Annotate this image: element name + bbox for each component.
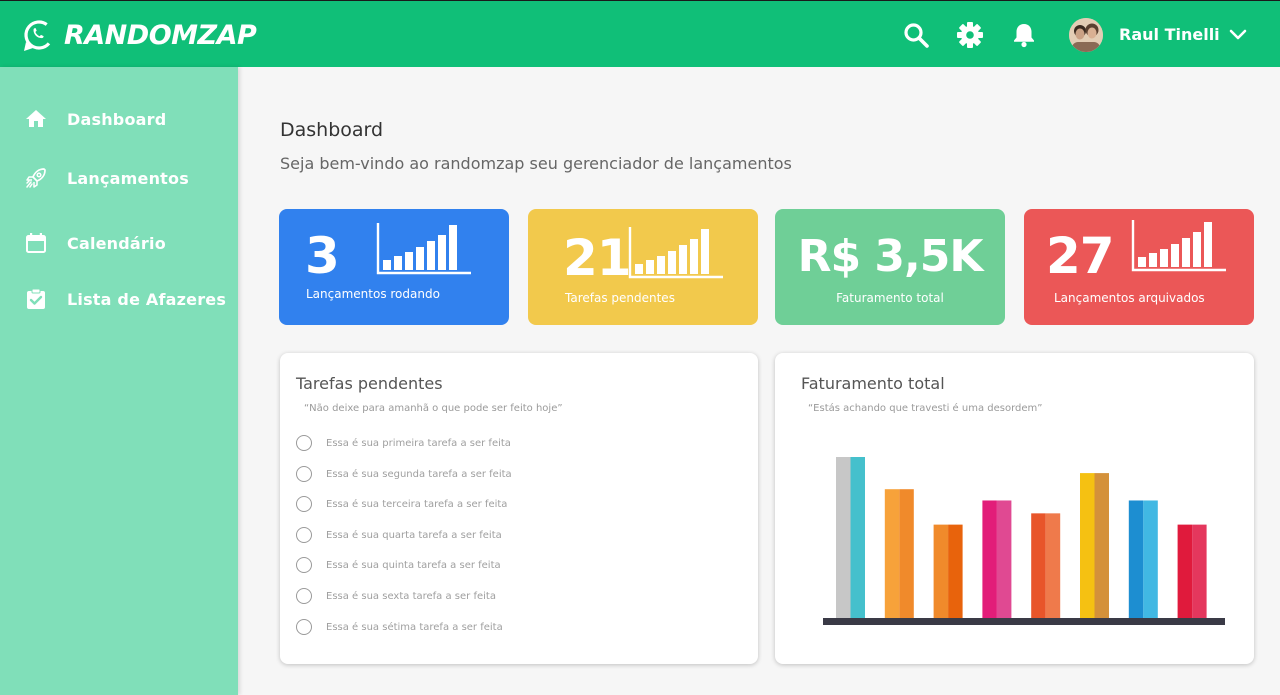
- stat-card-lancamentos-arquivados[interactable]: 27 Lançamentos arquivados: [1024, 209, 1254, 325]
- avatar[interactable]: [1069, 18, 1103, 52]
- chart-bar: [836, 457, 865, 618]
- sidebar-item-lancamentos[interactable]: Lançamentos: [0, 158, 238, 198]
- task-item[interactable]: Essa é sua terceira tarefa a ser feita: [296, 494, 507, 514]
- task-label: Essa é sua sexta tarefa a ser feita: [326, 590, 496, 602]
- page-subtitle: Seja bem-vindo ao randomzap seu gerencia…: [280, 154, 792, 173]
- panel-quote: “Não deixe para amanhã o que pode ser fe…: [304, 403, 563, 414]
- chart-bar: [982, 500, 1012, 618]
- stat-label: Faturamento total: [836, 291, 944, 305]
- user-name[interactable]: Raul Tinelli: [1119, 25, 1220, 44]
- task-label: Essa é sua segunda tarefa a ser feita: [326, 468, 512, 480]
- sidebar-item-label: Lista de Afazeres: [67, 289, 227, 309]
- stat-label: Lançamentos rodando: [306, 287, 440, 301]
- task-radio[interactable]: [296, 619, 312, 635]
- rocket-icon: [26, 168, 46, 188]
- sidebar-item-lista-de-afazeres[interactable]: Lista de Afazeres: [0, 279, 238, 319]
- stat-card-faturamento-total[interactable]: R$ 3,5K Faturamento total: [775, 209, 1005, 325]
- chevron-down-icon[interactable]: [1228, 25, 1248, 45]
- stat-value: 21: [563, 229, 632, 287]
- sidebar: Dashboard Lançamentos Calendário Lista d…: [0, 67, 238, 695]
- sidebar-item-label: Calendário: [67, 233, 166, 253]
- task-item[interactable]: Essa é sua primeira tarefa a ser feita: [296, 433, 511, 453]
- revenue-panel: Faturamento total “Estás achando que tra…: [775, 353, 1254, 664]
- task-item[interactable]: Essa é sua quarta tarefa a ser feita: [296, 525, 502, 545]
- task-label: Essa é sua primeira tarefa a ser feita: [326, 437, 511, 449]
- task-item[interactable]: Essa é sua sexta tarefa a ser feita: [296, 586, 496, 606]
- task-radio[interactable]: [296, 435, 312, 451]
- bar-chart-icon: [628, 227, 723, 279]
- stat-value: 27: [1046, 227, 1115, 285]
- stat-value: R$ 3,5K: [797, 231, 984, 282]
- sidebar-item-dashboard[interactable]: Dashboard: [0, 99, 238, 139]
- calendar-icon: [26, 233, 46, 253]
- sidebar-item-label: Lançamentos: [67, 168, 189, 188]
- task-item[interactable]: Essa é sua segunda tarefa a ser feita: [296, 464, 512, 484]
- search-icon[interactable]: [902, 21, 930, 49]
- task-label: Essa é sua sétima tarefa a ser feita: [326, 621, 503, 633]
- task-item[interactable]: Essa é sua sétima tarefa a ser feita: [296, 617, 503, 637]
- chart-bar: [884, 489, 914, 618]
- task-label: Essa é sua quarta tarefa a ser feita: [326, 529, 502, 541]
- chart-baseline: [823, 618, 1225, 625]
- revenue-bar-chart: [823, 457, 1225, 625]
- bar-chart-icon: [376, 223, 471, 275]
- brand-logo[interactable]: RANDOMZAP: [22, 18, 257, 52]
- clipboard-check-icon: [27, 288, 45, 309]
- task-radio[interactable]: [296, 557, 312, 573]
- home-icon: [26, 110, 46, 127]
- task-radio[interactable]: [296, 588, 312, 604]
- chart-bar: [1080, 473, 1109, 618]
- chart-bar: [1128, 500, 1158, 618]
- panel-title: Tarefas pendentes: [296, 374, 443, 393]
- chart-bar: [1177, 524, 1207, 618]
- task-label: Essa é sua terceira tarefa a ser feita: [326, 498, 508, 510]
- task-radio[interactable]: [296, 496, 312, 512]
- chart-bar: [1031, 513, 1061, 618]
- stat-card-tarefas-pendentes[interactable]: 21 Tarefas pendentes: [528, 209, 758, 325]
- stat-label: Lançamentos arquivados: [1054, 291, 1205, 305]
- tasks-panel: Tarefas pendentes “Não deixe para amanhã…: [280, 353, 758, 664]
- task-radio[interactable]: [296, 527, 312, 543]
- avatar-photo: [1069, 18, 1103, 52]
- sidebar-item-calendario[interactable]: Calendário: [0, 223, 238, 263]
- task-radio[interactable]: [296, 466, 312, 482]
- whatsapp-refresh-icon: [24, 20, 54, 51]
- task-label: Essa é sua quinta tarefa a ser feita: [326, 559, 501, 571]
- task-item[interactable]: Essa é sua quinta tarefa a ser feita: [296, 555, 501, 575]
- brand-name: RANDOMZAP: [64, 19, 257, 51]
- sidebar-item-label: Dashboard: [67, 109, 167, 129]
- stat-value: 3: [305, 227, 340, 285]
- bell-icon[interactable]: [1010, 21, 1038, 49]
- top-bar: RANDOMZAP Raul Tinelli: [0, 0, 1280, 67]
- page-title: Dashboard: [280, 119, 384, 141]
- stat-label: Tarefas pendentes: [565, 291, 675, 305]
- gear-icon[interactable]: [956, 21, 984, 49]
- chart-bar: [933, 524, 963, 618]
- bar-chart-icon: [1131, 220, 1226, 272]
- stat-card-lancamentos-rodando[interactable]: 3 Lançamentos rodando: [279, 209, 509, 325]
